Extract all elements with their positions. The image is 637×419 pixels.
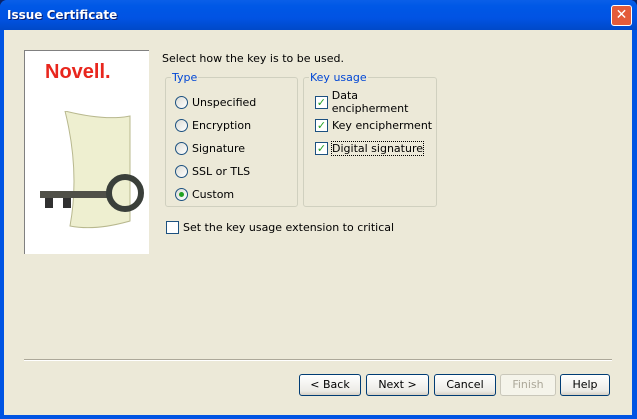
radio-label: SSL or TLS [192, 164, 251, 178]
wizard-image-panel: Novell. [24, 50, 149, 254]
next-button[interactable]: Next > [366, 374, 429, 396]
checkbox-data-encipherment[interactable]: ✓ Data encipherment [315, 89, 436, 115]
instruction-text: Select how the key is to be used. [162, 52, 344, 65]
radio-encryption[interactable]: Encryption [175, 118, 251, 132]
radio-ssl-tls[interactable]: SSL or TLS [175, 164, 250, 178]
cancel-button[interactable]: Cancel [434, 374, 496, 396]
dialog-body: Novell. Select how the key is to be used… [4, 30, 632, 415]
dialog-window: Issue Certificate ✕ Novell. Select how t… [0, 0, 637, 419]
separator [24, 359, 612, 361]
radio-label: Encryption [192, 118, 252, 132]
radio-icon [175, 141, 188, 155]
checkbox-label: Digital signature [331, 140, 424, 156]
radio-icon [175, 164, 188, 178]
checkbox-digital-signature[interactable]: ✓ Digital signature [315, 140, 424, 156]
checkbox-critical[interactable]: Set the key usage extension to critical [166, 220, 394, 234]
key-usage-legend: Key usage [309, 71, 368, 84]
radio-label: Custom [192, 187, 235, 201]
radio-label: Unspecified [192, 95, 257, 109]
checkbox-label: Set the key usage extension to critical [183, 220, 395, 234]
title-bar[interactable]: Issue Certificate ✕ [0, 0, 637, 30]
back-button[interactable]: < Back [299, 374, 361, 396]
finish-button[interactable]: Finish [500, 374, 556, 396]
key-usage-group: Key usage ✓ Data encipherment ✓ Key enciph… [303, 71, 437, 207]
checkbox-label: Data encipherment [331, 89, 409, 115]
checkmark-icon: ✓ [315, 95, 328, 109]
radio-custom[interactable]: Custom [175, 187, 234, 201]
novell-logo: Novell. [45, 61, 111, 83]
certificate-key-icon [40, 111, 144, 229]
checkbox-label: Key encipherment [332, 118, 433, 132]
window-title: Issue Certificate [7, 8, 118, 22]
radio-unspecified[interactable]: Unspecified [175, 95, 256, 109]
help-button[interactable]: Help [560, 374, 610, 396]
type-legend: Type [171, 71, 199, 84]
radio-selected-icon [175, 187, 188, 201]
checkbox-key-encipherment[interactable]: ✓ Key encipherment [315, 118, 432, 132]
radio-label: Signature [192, 141, 246, 155]
radio-signature[interactable]: Signature [175, 141, 245, 155]
radio-icon [175, 95, 188, 109]
checkmark-icon: ✓ [315, 118, 328, 132]
radio-icon [175, 118, 188, 132]
type-group: Type Unspecified Encryption Signature SS… [165, 71, 298, 207]
checkbox-icon [166, 220, 179, 234]
checkmark-icon: ✓ [315, 141, 328, 155]
close-button[interactable]: ✕ [611, 5, 632, 26]
